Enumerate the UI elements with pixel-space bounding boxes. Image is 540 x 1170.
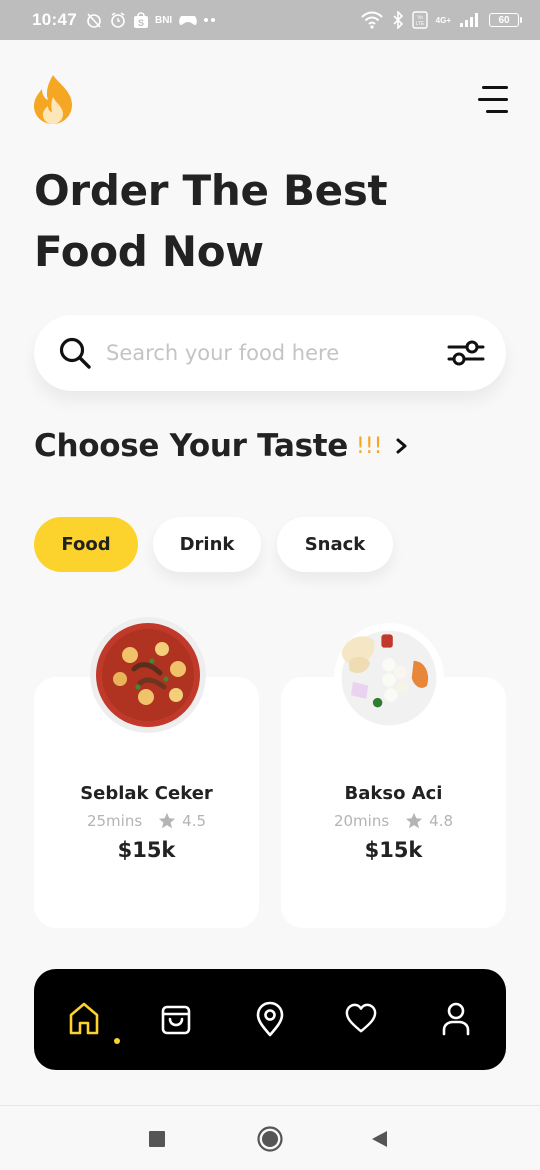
seblak-ceker-image [90,617,206,733]
food-meta: 25mins 4.5 [34,812,259,830]
signal-icon [460,13,478,27]
category-pill-food[interactable]: Food [34,517,138,572]
star-icon [159,812,176,829]
section-title: Choose Your Taste [34,428,348,464]
location-pin-icon[interactable] [253,1001,287,1037]
chevron-right-icon [396,438,407,454]
system-navigation-bar [0,1105,540,1170]
alarm-off-icon [87,13,101,28]
star-icon [406,812,423,829]
battery-level: 60 [489,13,519,27]
alarm-icon [111,12,125,28]
active-nav-indicator [114,1038,120,1044]
volte-icon: VoLTE [411,11,428,29]
food-rating: 4.8 [429,812,454,830]
flame-logo-icon [34,75,72,124]
filter-icon[interactable] [446,338,486,368]
page-title: Order The Best Food Now [34,166,388,276]
bank-notification-label: BNI [154,14,173,26]
recent-apps-button[interactable] [149,1131,165,1147]
food-time: 25mins [86,812,143,830]
bluetooth-icon [393,11,403,29]
category-pill-drink[interactable]: Drink [153,517,261,572]
wifi-icon [360,11,383,29]
section-accent: !!! [356,433,383,459]
network-type-label: 4G+ [435,15,451,25]
search-icon [59,337,91,369]
food-price: $15k [364,838,423,862]
shopee-icon: S [133,12,148,28]
food-time: 20mins [333,812,390,830]
bottom-nav [34,969,506,1070]
food-name: Seblak Ceker [80,783,213,804]
game-controller-icon [179,16,198,25]
search-input[interactable] [106,341,446,365]
food-meta: 20mins 4.8 [281,812,506,830]
food-name: Bakso Aci [344,783,443,804]
menu-icon [482,86,508,89]
food-rating: 4.5 [182,812,207,830]
more-dots-icon [204,18,216,22]
heart-icon[interactable] [345,1001,377,1037]
home-system-button[interactable] [257,1126,283,1152]
svg-text:S: S [138,18,144,28]
food-price: $15k [117,838,176,862]
home-icon[interactable] [67,1001,101,1037]
choose-taste-heading[interactable]: Choose Your Taste !!! [34,428,410,464]
search-bar[interactable] [34,315,506,391]
bakso-aci-image [334,623,444,733]
shopping-bag-icon[interactable] [159,1001,193,1037]
user-icon[interactable] [439,1001,473,1037]
category-pill-snack[interactable]: Snack [277,517,393,572]
status-time: 10:47 [32,10,77,29]
battery-indicator: 60 [489,13,522,27]
menu-button[interactable] [474,86,508,113]
back-button[interactable] [371,1130,389,1148]
status-bar: 10:47 S BNI Vo LTE 4G+ 60 [0,0,540,40]
svg-text:LTE: LTE [415,21,424,27]
notification-icons: S BNI [85,11,216,29]
